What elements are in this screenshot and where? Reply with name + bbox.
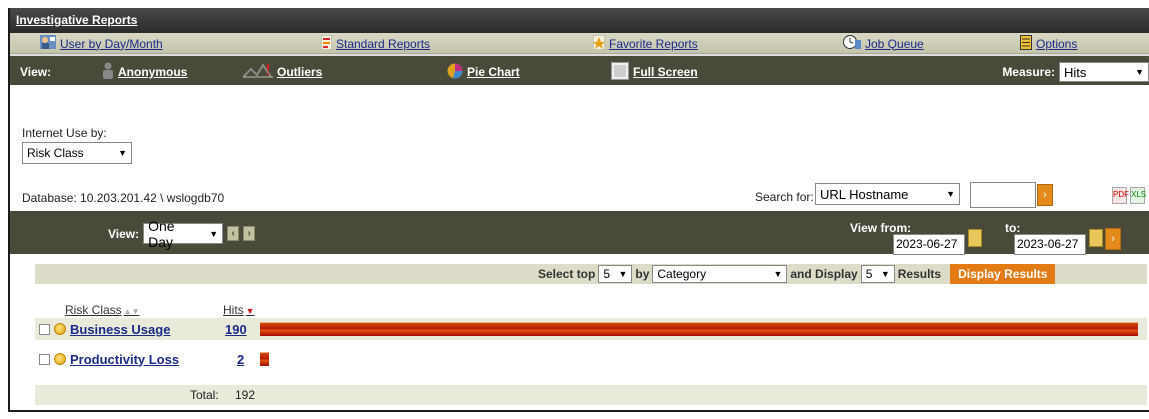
previous-period-button[interactable]: ‹ [227, 226, 240, 241]
search-input[interactable] [970, 182, 1036, 208]
chevron-down-icon: ▼ [618, 269, 628, 279]
top-count-select[interactable]: 5 ▼ [598, 265, 633, 283]
sort-desc-icon: ▼ [245, 306, 255, 316]
hits-bar [260, 322, 1138, 336]
chevron-down-icon: ▼ [1135, 67, 1144, 77]
measure-select[interactable]: Hits ▼ [1059, 62, 1149, 82]
view-label: View: [20, 65, 52, 79]
results-label: Results [897, 267, 942, 281]
page-title[interactable]: Investigative Reports [16, 13, 137, 27]
display-count-select[interactable]: 5 ▼ [860, 265, 895, 283]
next-period-button[interactable]: › [243, 226, 256, 241]
table-row: Productivity Loss 2 [35, 348, 1147, 370]
nav-bar: User by Day/Month Standard Reports Favor… [10, 33, 1149, 54]
total-row: Total: 192 [35, 385, 1147, 405]
view-pie-chart[interactable]: Pie Chart [447, 62, 520, 82]
pdf-export-icon[interactable]: PDF [1112, 187, 1129, 204]
display-results-button[interactable]: Display Results [950, 264, 1056, 284]
view-bar: View: Anonymous Outliers Pie Chart Full … [10, 54, 1149, 85]
and-display-label: and Display [790, 267, 858, 281]
measure-group: Measure: Hits ▼ [1002, 62, 1149, 82]
report-icon [320, 34, 333, 53]
period-group: View: One Day ▼ ‹ › [108, 218, 256, 250]
view-from-label: View from: [850, 221, 912, 235]
calendar-icon[interactable] [1089, 229, 1103, 247]
measure-label: Measure: [1002, 65, 1055, 79]
title-bar: Investigative Reports [10, 8, 1149, 33]
to-date-input[interactable]: 2023-06-27 [1014, 234, 1086, 255]
to-label: to: [1005, 221, 1021, 235]
chevron-down-icon: ▼ [880, 269, 890, 279]
nav-favorite-reports[interactable]: Favorite Reports [592, 34, 698, 53]
users-icon [40, 35, 56, 52]
risk-class-icon [54, 323, 66, 335]
view-outliers[interactable]: Outliers [242, 62, 322, 82]
hits-link[interactable]: 2 [237, 352, 244, 367]
risk-class-icon [54, 353, 66, 365]
outliers-icon [242, 63, 273, 81]
results-bar: Select top 5 ▼ by Category ▼ and Display… [35, 264, 1147, 284]
col-header-risk-class[interactable]: Risk Class ▲▼ [65, 303, 140, 317]
period-select[interactable]: One Day ▼ [143, 218, 224, 250]
excel-export-icon[interactable]: XLS [1130, 187, 1146, 204]
database-line: Database: 10.203.201.42 \ wslogdb70 [22, 191, 224, 205]
view-anonymous[interactable]: Anonymous [102, 62, 187, 82]
chevron-down-icon: ▼ [946, 189, 955, 199]
nav-job-queue[interactable]: Job Queue [843, 34, 924, 53]
pie-chart-icon [447, 63, 463, 82]
chevron-down-icon: ▼ [773, 269, 783, 279]
chevron-down-icon: ▼ [118, 148, 127, 158]
options-icon [1020, 34, 1032, 53]
favorite-icon [592, 34, 606, 53]
internet-use-label: Internet Use by: [22, 126, 107, 140]
row-checkbox[interactable] [39, 353, 50, 365]
search-go-button[interactable]: › [1037, 184, 1053, 206]
database-value: 10.203.201.42 \ wslogdb70 [80, 191, 225, 205]
full-screen-icon [611, 61, 629, 83]
table-row: Business Usage 190 [35, 318, 1147, 340]
by-label: by [635, 267, 650, 281]
database-label: Database: [22, 191, 77, 205]
calendar-icon[interactable] [968, 229, 982, 247]
search-label: Search for: [755, 190, 814, 204]
category-link[interactable]: Productivity Loss [70, 352, 179, 367]
internet-use-select[interactable]: Risk Class ▼ [22, 142, 132, 164]
chevron-down-icon: ▼ [209, 228, 219, 239]
nav-options[interactable]: Options [1020, 34, 1077, 53]
period-label: View: [108, 226, 140, 241]
hits-link[interactable]: 190 [225, 322, 247, 337]
from-date-input[interactable]: 2023-06-27 [893, 234, 965, 255]
apply-dates-button[interactable]: › [1105, 228, 1121, 250]
clock-icon [843, 34, 861, 53]
search-type-select[interactable]: URL Hostname ▼ [815, 183, 960, 205]
total-value: 192 [235, 388, 256, 402]
hits-bar [260, 352, 269, 366]
select-top-label: Select top [538, 267, 596, 281]
sort-icon: ▲▼ [123, 307, 140, 316]
view-full-screen[interactable]: Full Screen [611, 61, 698, 83]
report-frame: Investigative Reports User by Day/Month … [8, 8, 1149, 412]
group-by-select[interactable]: Category ▼ [652, 265, 788, 283]
category-link[interactable]: Business Usage [70, 322, 170, 337]
col-header-hits[interactable]: Hits ▼ [223, 303, 255, 317]
nav-user-by-day[interactable]: User by Day/Month [40, 35, 163, 52]
date-bar: View: One Day ▼ ‹ › View from: 2023-06-2… [10, 211, 1149, 255]
nav-standard-reports[interactable]: Standard Reports [320, 34, 430, 53]
row-checkbox[interactable] [39, 323, 50, 335]
anonymous-icon [102, 62, 114, 82]
total-label: Total: [190, 388, 219, 402]
